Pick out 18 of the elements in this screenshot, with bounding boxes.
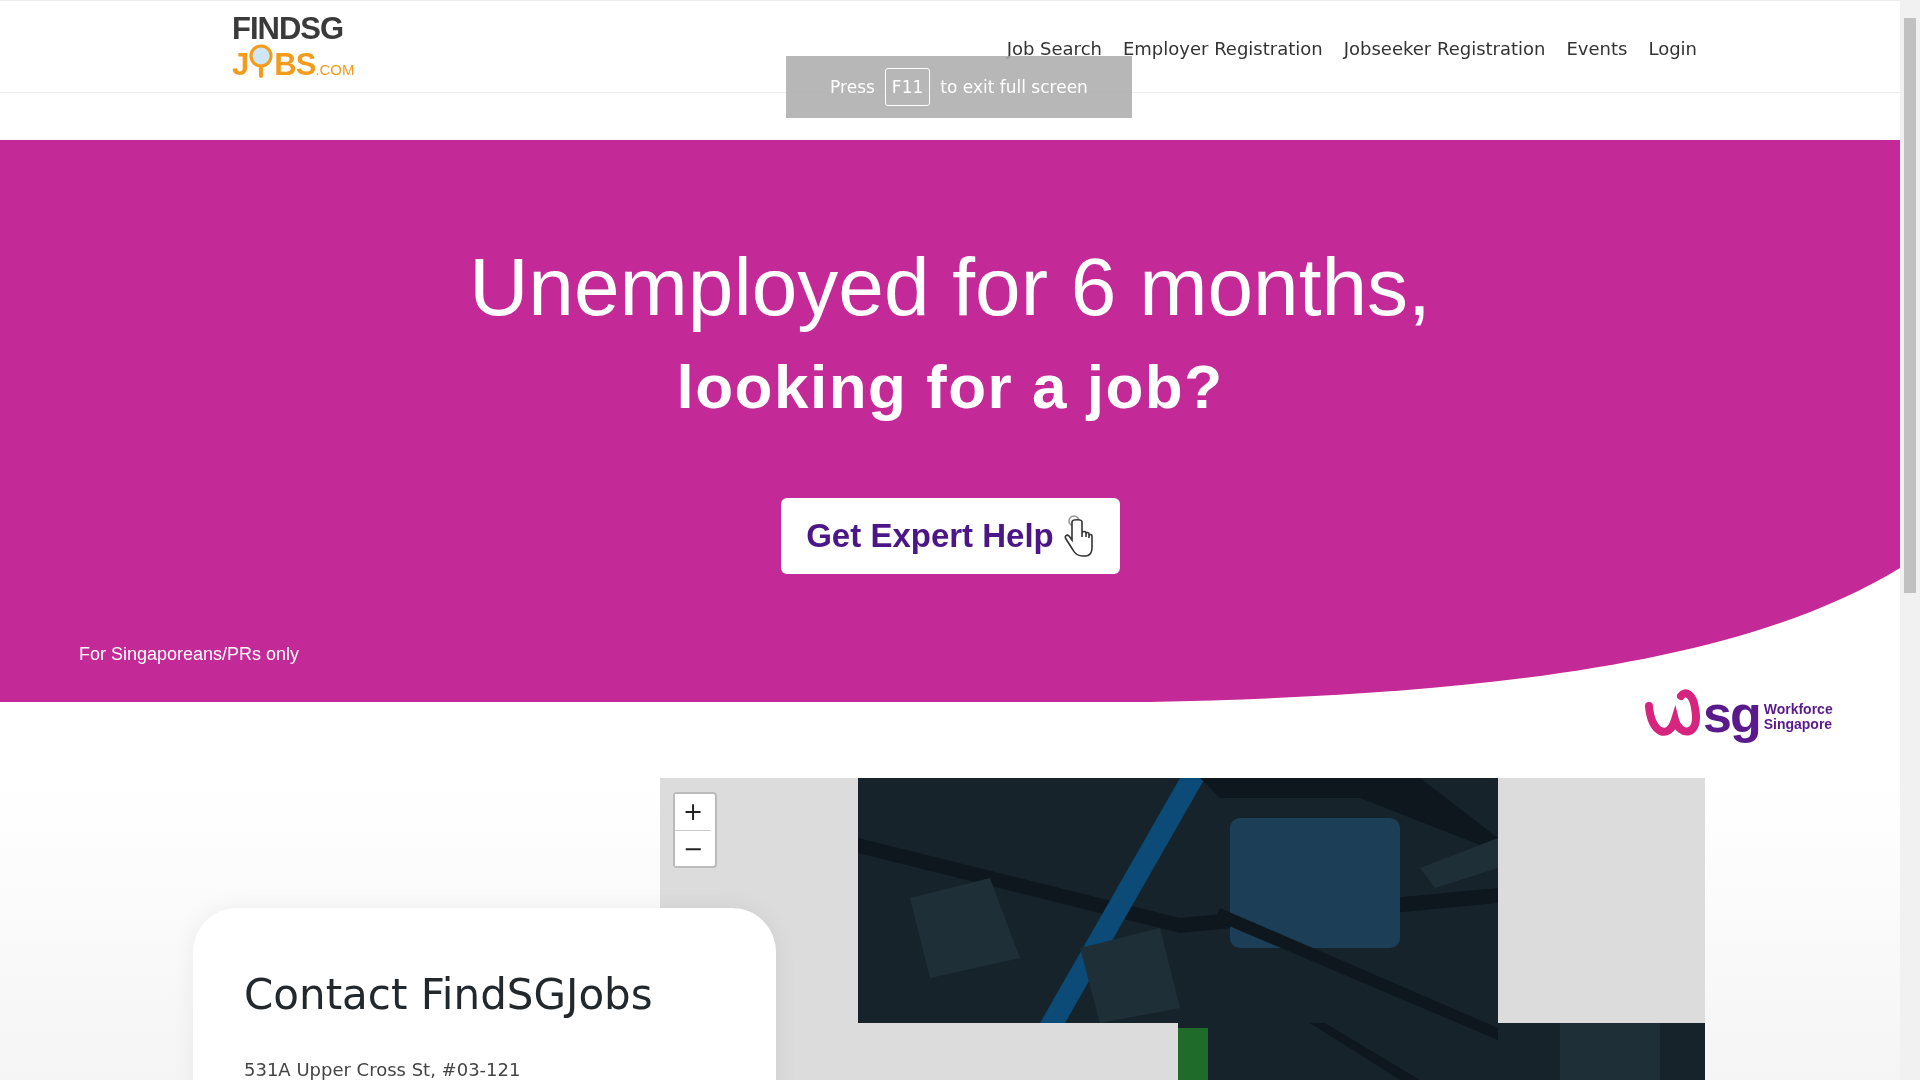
- contact-title: Contact FindSGJobs: [244, 970, 654, 1019]
- eligibility-note: For Singaporeans/PRs only: [79, 644, 300, 665]
- nav-link[interactable]: Job Search: [1006, 38, 1102, 59]
- nav-link[interactable]: Employer Registration: [1122, 38, 1323, 59]
- scrollbar-thumb[interactable]: [1904, 18, 1916, 593]
- scrollbar[interactable]: [1900, 0, 1920, 1080]
- contact-address: 531A Upper Cross St, #03-121: [244, 1059, 522, 1080]
- hand-pointer-icon: [1063, 514, 1094, 558]
- findsgjobs-logo[interactable]: FINDSG J BS.COM: [232, 13, 355, 80]
- nav-link[interactable]: Jobseeker Registration: [1343, 38, 1546, 59]
- nav-link[interactable]: Events: [1566, 38, 1628, 59]
- notice-text: to exit full screen: [940, 77, 1088, 97]
- zoom-out-button[interactable]: −: [675, 830, 711, 866]
- key-label: F11: [884, 68, 931, 106]
- nav-link[interactable]: Login: [1648, 38, 1697, 59]
- notice-text: Press: [830, 77, 875, 97]
- get-expert-help-button[interactable]: Get Expert Help: [780, 498, 1120, 574]
- magnifier-icon: [248, 44, 275, 80]
